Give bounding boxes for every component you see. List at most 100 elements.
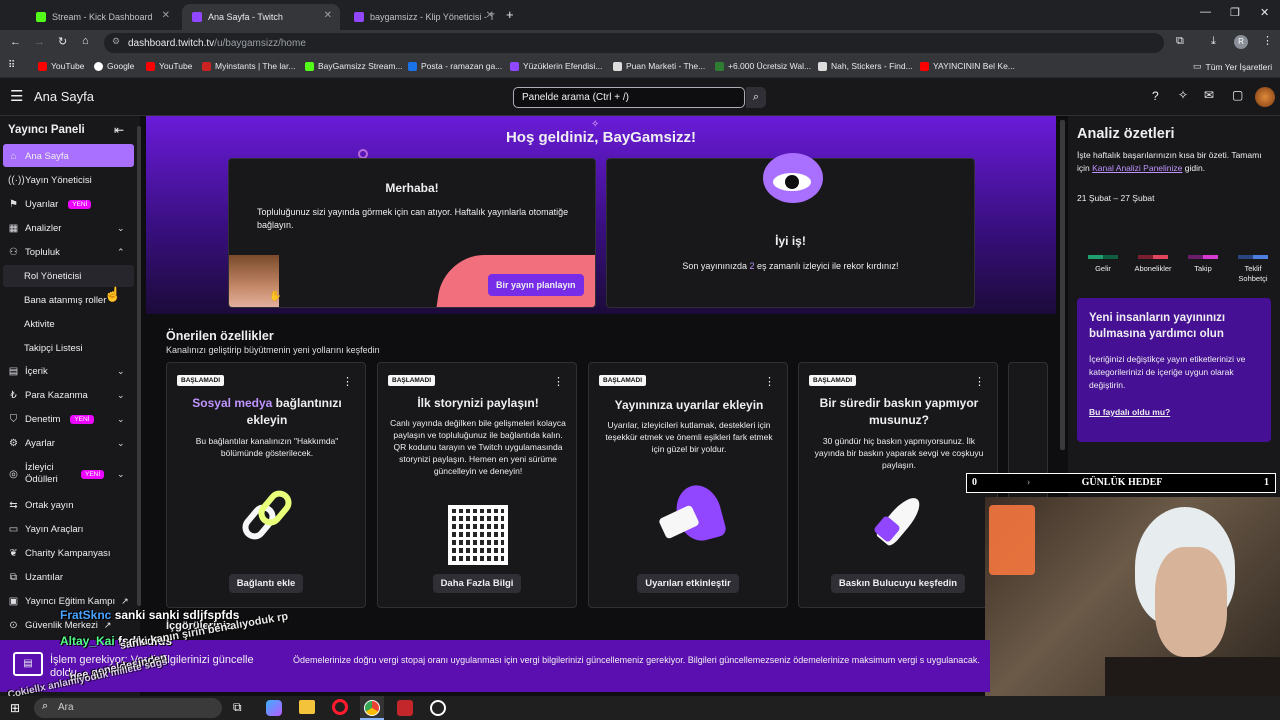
minimize-icon[interactable]: — [1200,6,1211,18]
sidebar-item-content[interactable]: ▤ İçerik [8,366,48,377]
sidebar-scrollbar[interactable] [137,126,141,606]
chevron-up-icon[interactable]: ⌃ [117,247,125,258]
chevron-down-icon[interactable]: ⌄ [117,223,125,234]
maximize-icon[interactable]: ❐ [1230,6,1240,19]
extensions-icon[interactable]: ⧉ [1176,35,1184,48]
bookmark-item[interactable]: BayGamsizz Stream... [305,61,403,71]
dashboard-search-input[interactable]: Panelde arama (Ctrl + /) [513,87,745,108]
bookmark-item[interactable]: Google [94,61,134,71]
browser-tab-twitch-home[interactable]: Ana Sayfa - Twitch ✕ [182,4,340,30]
sidebar-item-home[interactable]: ⌂ Ana Sayfa [8,151,69,162]
chevron-down-icon[interactable]: ⌄ [117,414,125,425]
copilot-icon[interactable] [266,700,282,716]
task-view-icon[interactable]: ⧉ [233,700,242,715]
close-window-icon[interactable]: ✕ [1260,6,1269,19]
sidebar-item-stream-tools[interactable]: ▭ Yayın Araçları [8,524,84,535]
sidebar-item-charity[interactable]: ❦ Charity Kampanyası [8,548,110,559]
apps-grid-icon[interactable]: ⠿ [8,60,15,71]
recorder-icon[interactable] [397,700,413,716]
obs-icon[interactable] [430,700,446,716]
sidebar-item-monetization[interactable]: ₺ Para Kazanma [8,390,88,401]
new-badge: YENİ [81,469,105,479]
bookmark-label: Puan Marketi - The... [626,61,706,71]
sidebar-item-stream-manager[interactable]: ((·)) Yayın Yöneticisi [8,175,92,186]
more-options-icon[interactable]: ⋮ [764,375,775,388]
site-info-icon[interactable]: ⚙ [112,36,120,47]
download-icon[interactable]: ⤓ [1211,35,1216,48]
sidebar-item-label: Ortak yayın [25,500,74,511]
card-button[interactable]: Uyarıları etkinleştir [589,574,787,593]
bookmark-item[interactable]: YAYINCININ Bel Ke... [920,61,1015,71]
discoverability-card: Yeni insanların yayınınızı bulmasına yar… [1077,298,1271,442]
chevron-down-icon[interactable]: ⌄ [117,390,125,401]
sidebar-item-moderation[interactable]: ⛉ Denetim YENİ [8,414,94,425]
bookmark-item[interactable]: Nah, Stickers - Find... [818,61,913,71]
sidebar-item-collab[interactable]: ⇆ Ortak yayın [8,500,74,511]
analytics-link[interactable]: Kanal Analizi Panelinize [1092,163,1182,173]
sidebar-item-analytics[interactable]: ▦ Analizler [8,223,62,234]
bookmark-item[interactable]: YouTube [146,61,192,71]
sidebar-item-settings[interactable]: ⚙ Ayarlar [8,438,55,449]
goal-target: 1 [1264,477,1269,488]
search-icon[interactable]: ⌕ [746,87,766,108]
close-icon[interactable]: ✕ [324,10,332,21]
sidebar-item-label: Ana Sayfa [25,151,69,162]
url-field[interactable]: ⚙ dashboard.twitch.tv/u/baygamsizz/home [104,33,1164,53]
chevron-down-icon[interactable]: ⌄ [117,366,125,377]
sidebar-item-alerts[interactable]: ⚑ Uyarılar YENİ [8,199,92,210]
user-avatar[interactable] [1255,87,1275,107]
browser-tab-kick[interactable]: Stream - Kick Dashboard ✕ [26,4,178,30]
card-button[interactable]: Bağlantı ekle [167,574,365,593]
forward-icon[interactable]: → [34,36,45,48]
profile-avatar[interactable]: R [1234,35,1248,49]
taskbar-search-input[interactable]: Ara [34,698,222,718]
bookmark-item[interactable]: Posta - ramazan ga... [408,61,502,71]
sidebar-item-bootcamp[interactable]: ▣ Yayıncı Eğitim Kampı ↗ [8,596,129,607]
back-icon[interactable]: ← [10,36,21,48]
sidebar-subitem-my-roles[interactable]: Bana atanmış roller [24,295,106,306]
opera-icon[interactable] [332,699,348,715]
close-icon[interactable]: ✕ [162,10,170,21]
main-scrollbar[interactable] [1060,120,1065,450]
collapse-sidebar-icon[interactable]: ⇤ [114,123,124,137]
sidebar-item-label: Ayarlar [25,438,55,449]
sidebar-item-viewer-rewards[interactable]: ◎ İzleyici Ödülleri YENİ [8,462,105,486]
sidebar-item-community[interactable]: ⚇ Topluluk [8,247,60,258]
schedule-stream-button[interactable]: Bir yayın planlayın [488,274,584,296]
chevron-down-icon[interactable]: ⌄ [117,469,125,480]
file-explorer-icon[interactable] [299,700,315,714]
sparkle-icon[interactable]: ✧ [1178,88,1188,102]
bell-icon: ⚑ [9,199,18,210]
bookmark-item[interactable]: Puan Marketi - The... [613,61,705,71]
title-accent: Sosyal medya [192,396,273,410]
card-button[interactable]: Daha Fazla Bilgi [378,574,576,593]
sidebar-subitem-followers[interactable]: Takipçi Listesi [24,343,83,354]
browser-tab-clips[interactable]: baygamsizz - Klip Yöneticisi - T ✕ [344,4,502,30]
new-tab-button[interactable]: + [506,7,514,22]
inbox-icon[interactable]: ✉ [1204,88,1214,102]
menu-kebab-icon[interactable]: ⋮ [1262,34,1273,47]
daily-goal-bar: 0 › GÜNLÜK HEDEF 1 [966,473,1276,493]
card-button[interactable]: Baskın Bulucuyu keşfedin [799,574,997,593]
more-options-icon[interactable]: ⋮ [553,375,564,388]
reload-icon[interactable]: ↻ [58,35,67,48]
sidebar-item-extensions[interactable]: ⧉ Uzantılar [8,572,63,583]
home-button-icon[interactable]: ⌂ [82,35,89,47]
all-bookmarks[interactable]: ▭ Tüm Yer İşaretleri [1193,61,1272,72]
windows-start-icon[interactable]: ⊞ [10,701,20,715]
feedback-link[interactable]: Bu faydalı oldu mu? [1089,407,1170,417]
chevron-down-icon[interactable]: ⌄ [117,438,125,449]
help-icon[interactable]: ? [1152,89,1159,103]
more-options-icon[interactable]: ⋮ [974,375,985,388]
close-icon[interactable]: ✕ [486,10,494,21]
sidebar-subitem-activity[interactable]: Aktivite [24,319,55,330]
bookmark-item[interactable]: Myinstants | The lar... [202,61,295,71]
bookmark-item[interactable]: +6.000 Ücretsiz Wal... [715,61,811,71]
button-label: Bağlantı ekle [228,574,304,593]
bookmark-item[interactable]: YouTube [38,61,84,71]
whispers-icon[interactable]: ▢ [1232,88,1243,102]
sidebar-subitem-roles[interactable]: Rol Yöneticisi [24,271,81,282]
more-options-icon[interactable]: ⋮ [342,375,353,388]
hamburger-menu-icon[interactable]: ☰ [10,87,23,105]
bookmark-item[interactable]: Yüzüklerin Efendisi... [510,61,602,71]
